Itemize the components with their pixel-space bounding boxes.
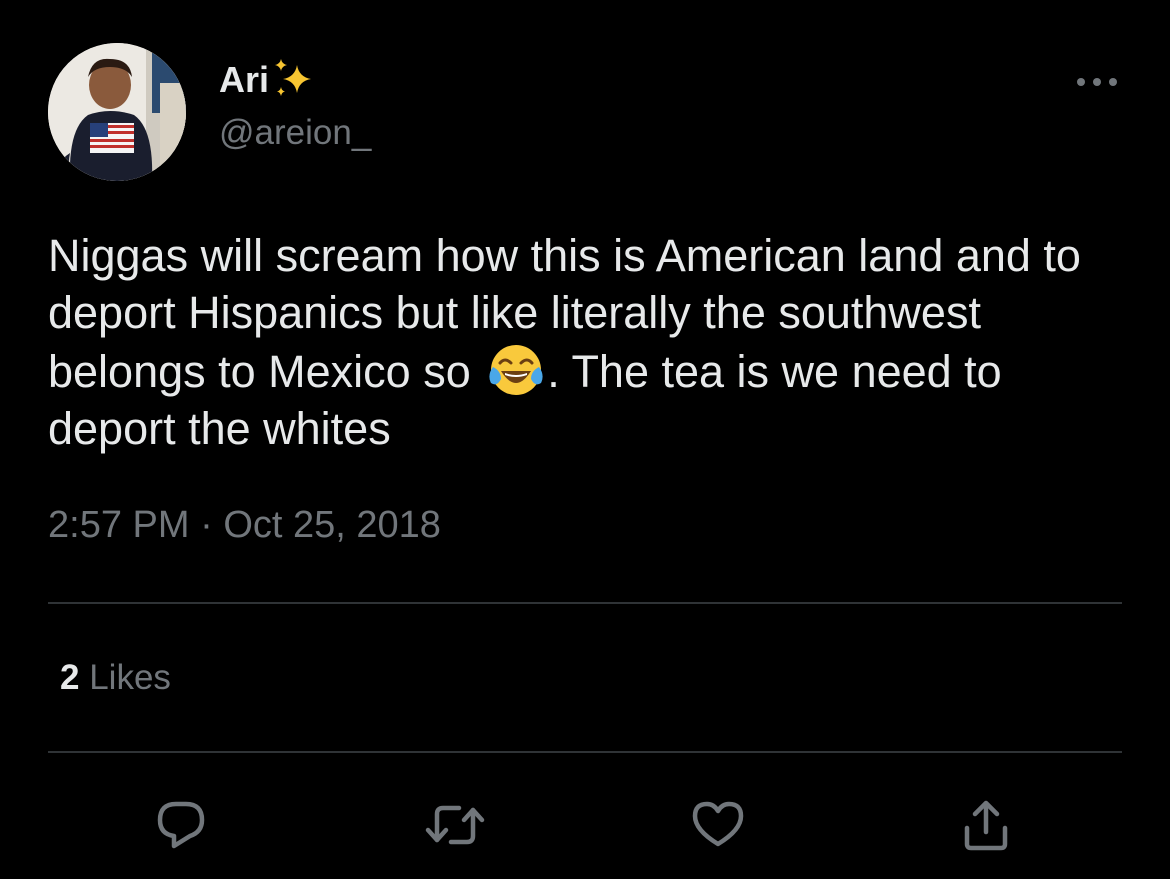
timestamp-separator: ·	[200, 504, 213, 546]
share-icon	[964, 800, 1008, 851]
reply-button[interactable]	[149, 793, 213, 857]
tweet-date[interactable]: Oct 25, 2018	[223, 504, 441, 546]
likes-label: Likes	[89, 658, 171, 697]
tweet-text: Niggas will scream how this is American …	[48, 227, 1128, 457]
tweet-detail: Ari @areion_ Niggas will scream how this…	[0, 0, 1170, 879]
retweet-button[interactable]	[423, 793, 487, 857]
face-with-tears-of-joy-icon	[487, 341, 545, 399]
author-handle[interactable]: @areion_	[219, 113, 371, 153]
likes-count: 2	[60, 658, 80, 697]
display-name[interactable]: Ari	[219, 59, 269, 101]
divider-bottom	[48, 751, 1122, 753]
sparkles-icon	[271, 57, 319, 103]
avatar[interactable]	[48, 43, 186, 181]
author-name-row[interactable]: Ari	[219, 56, 319, 104]
likes-stat[interactable]: 2 Likes	[60, 658, 171, 698]
heart-icon	[692, 801, 744, 847]
reply-icon	[157, 801, 205, 849]
more-dots-icon	[1077, 78, 1117, 86]
retweet-icon	[425, 805, 485, 845]
timestamp[interactable]: 2:57 PM · Oct 25, 2018	[48, 504, 441, 547]
share-button[interactable]	[954, 793, 1018, 857]
divider-top	[48, 602, 1122, 604]
tweet-time[interactable]: 2:57 PM	[48, 504, 190, 546]
more-options-button[interactable]	[1072, 62, 1124, 102]
like-button[interactable]	[686, 793, 750, 857]
avatar-photo	[48, 43, 186, 181]
